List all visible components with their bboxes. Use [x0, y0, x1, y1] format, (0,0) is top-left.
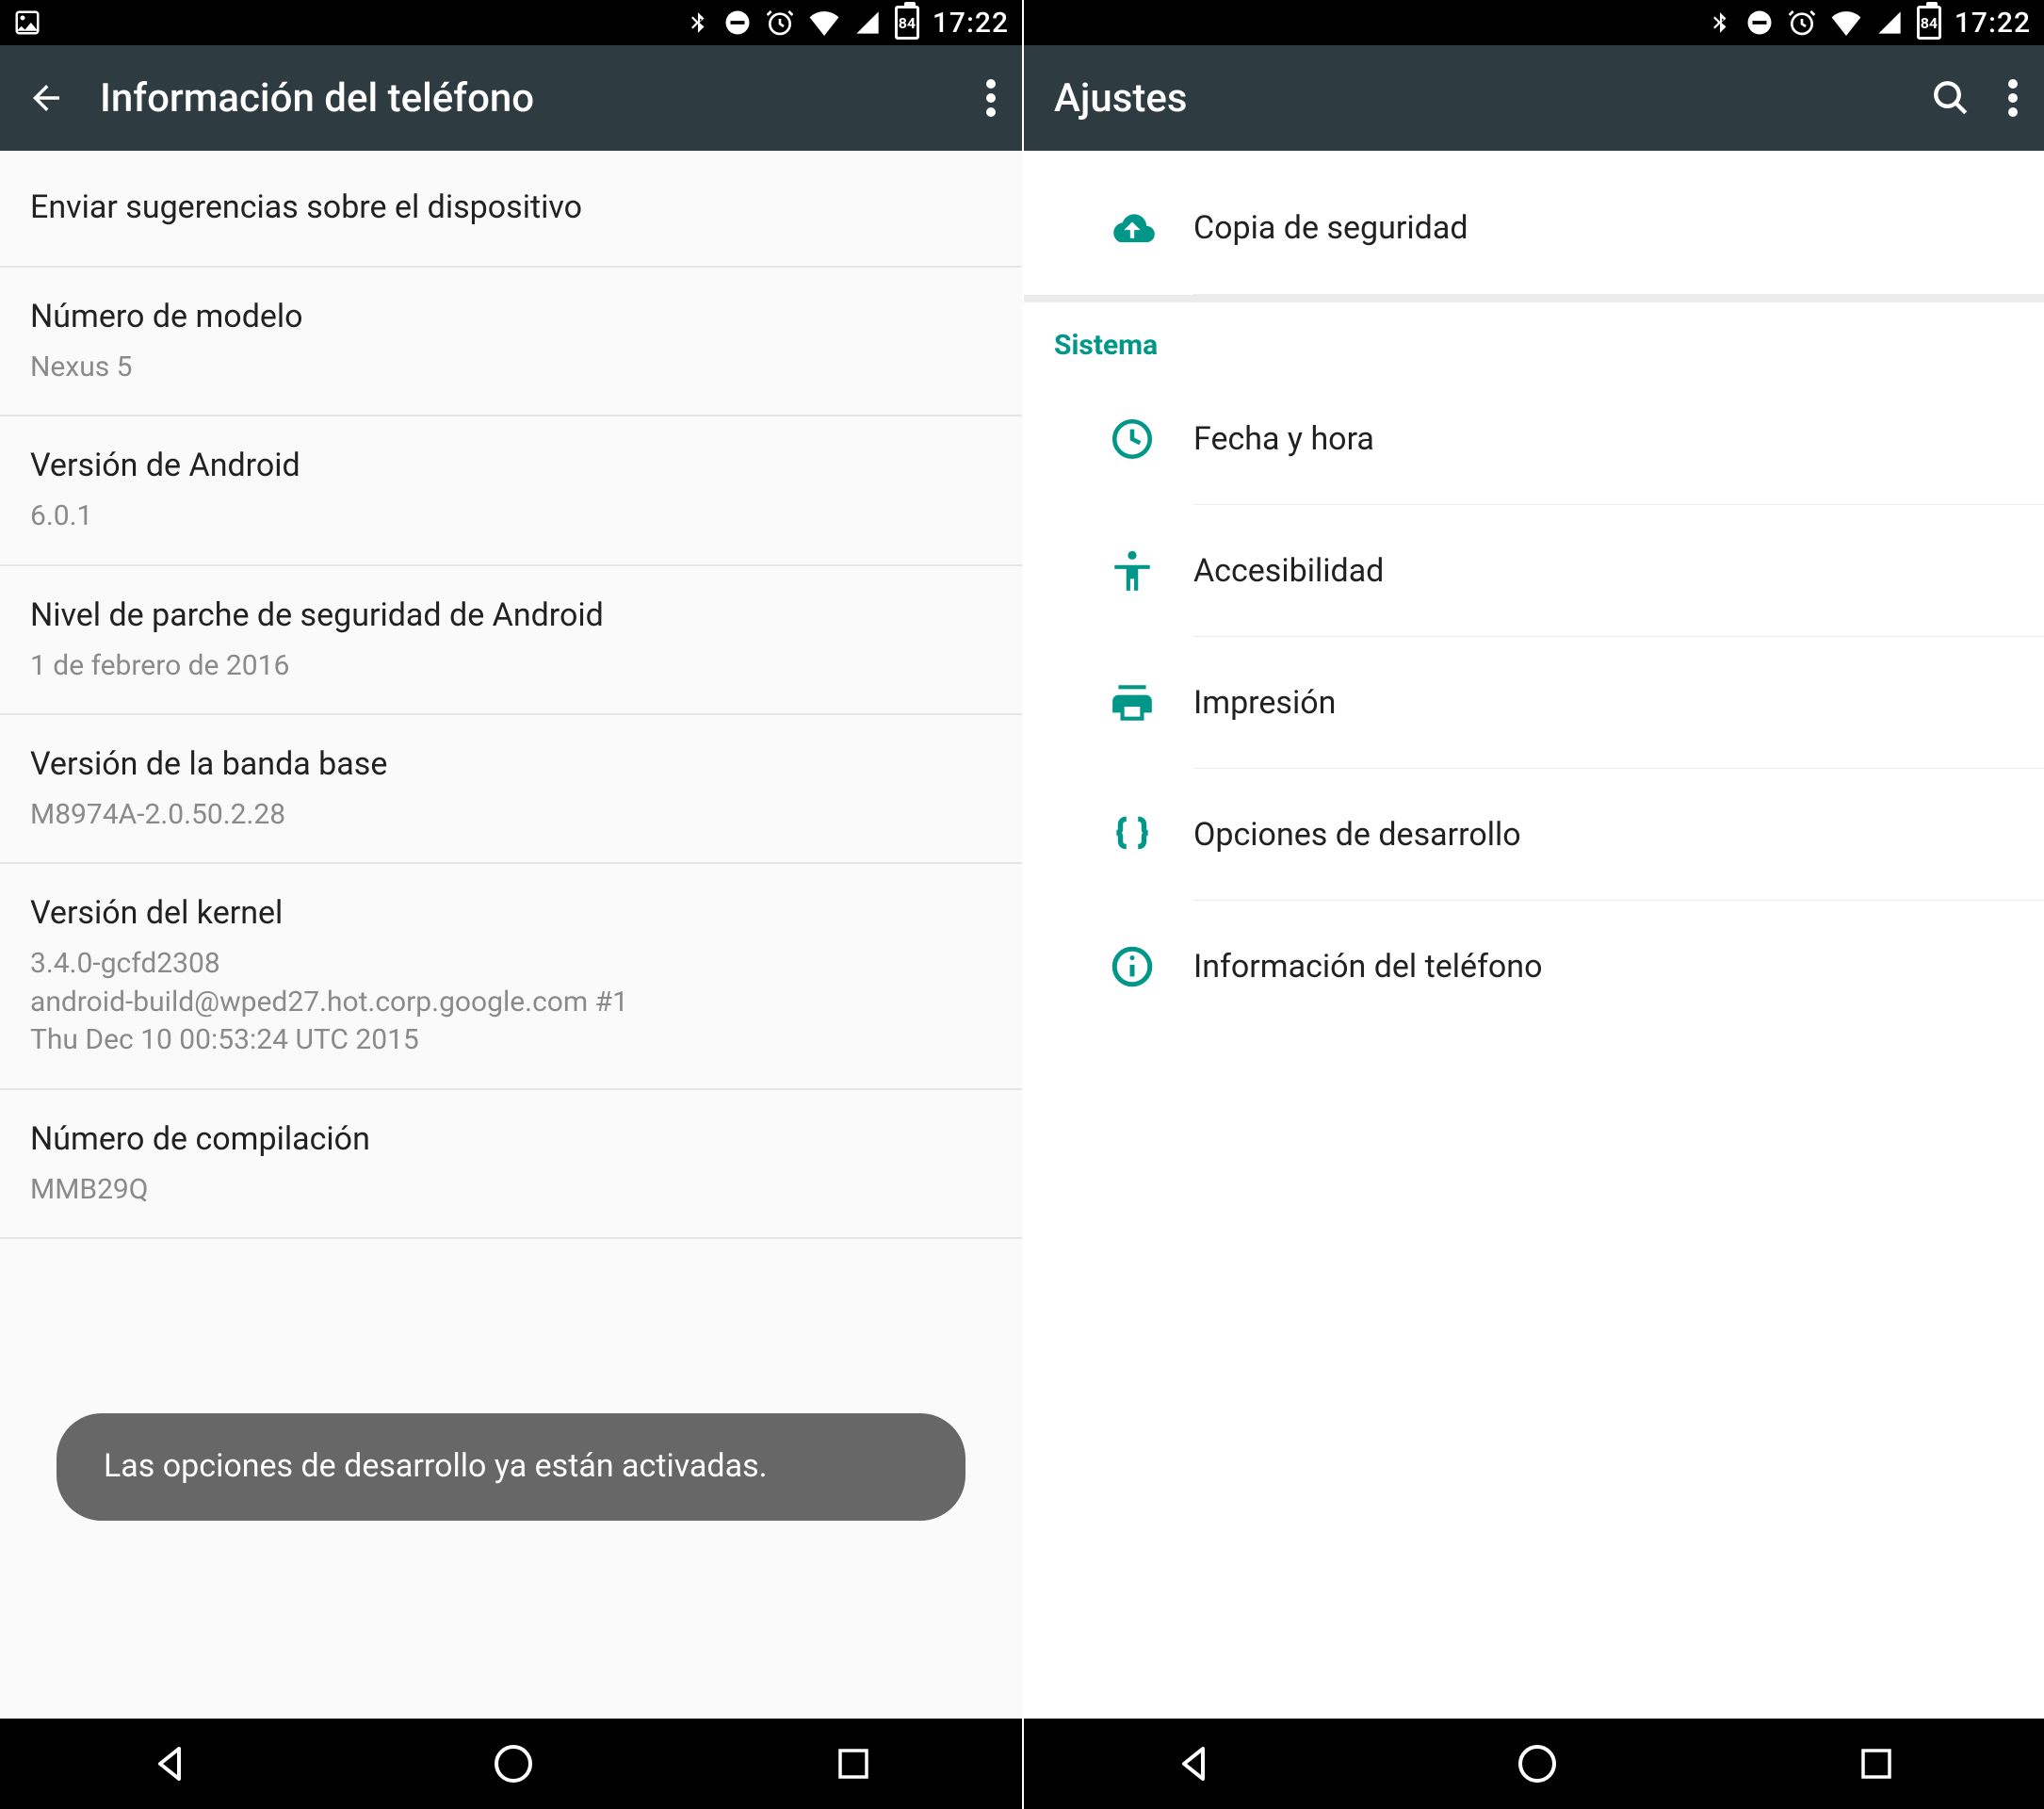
overflow-menu-icon[interactable] [2008, 78, 2018, 118]
battery-level: 84 [1921, 14, 1938, 32]
list-item-subtitle: MMB29Q [30, 1171, 992, 1210]
cloud-backup-icon [1071, 204, 1193, 253]
wifi-icon [808, 9, 840, 36]
back-icon[interactable] [26, 78, 66, 118]
settings-item-phone-info[interactable]: Información del teléfono [1193, 901, 2044, 1033]
settings-item-label: Información del teléfono [1193, 948, 1542, 986]
bluetooth-icon [1708, 8, 1732, 38]
list-item-subtitle: 6.0.1 [30, 497, 992, 536]
search-icon[interactable] [1931, 78, 1971, 118]
list-item-title: Versión de Android [30, 445, 992, 488]
nav-home-icon[interactable] [1515, 1741, 1560, 1786]
status-clock: 17:22 [1955, 7, 2031, 40]
content-area: Copia de seguridad Sistema Fecha y hora … [1024, 151, 2044, 1719]
cell-signal-icon [853, 9, 882, 36]
settings-item-label: Impresión [1193, 684, 1336, 722]
alarm-icon [765, 8, 795, 38]
content-area: Enviar sugerencias sobre el dispositivo … [0, 151, 1022, 1719]
list-item-build-number[interactable]: Número de compilación MMB29Q [0, 1090, 1022, 1239]
settings-item-developer-options[interactable]: Opciones de desarrollo [1193, 769, 2044, 901]
braces-icon [1071, 811, 1193, 858]
settings-item-print[interactable]: Impresión [1193, 637, 2044, 769]
list-item-subtitle: M8974A-2.0.50.2.28 [30, 796, 992, 835]
list-item-title: Nivel de parche de seguridad de Android [30, 595, 992, 638]
alarm-icon [1787, 8, 1817, 38]
print-icon [1071, 679, 1193, 726]
clock-icon [1071, 416, 1193, 463]
settings-item-label: Accesibilidad [1193, 552, 1384, 590]
phone-right: 84 17:22 Ajustes Copia de seguridad Si [1022, 0, 2044, 1809]
status-clock: 17:22 [933, 7, 1009, 40]
toast-message: Las opciones de desarrollo ya están acti… [57, 1413, 965, 1521]
appbar-title: Información del teléfono [100, 75, 952, 122]
nav-recent-icon[interactable] [834, 1744, 873, 1784]
nav-home-icon[interactable] [491, 1741, 536, 1786]
list-item-security-patch[interactable]: Nivel de parche de seguridad de Android … [0, 566, 1022, 715]
nav-back-icon[interactable] [1173, 1741, 1218, 1786]
list-item-subtitle: 1 de febrero de 2016 [30, 647, 992, 686]
list-item-subtitle: Nexus 5 [30, 349, 992, 387]
settings-item-label: Opciones de desarrollo [1193, 816, 1521, 854]
accessibility-icon [1071, 547, 1193, 595]
cell-signal-icon [1875, 9, 1904, 36]
list-item-android-version[interactable]: Versión de Android 6.0.1 [0, 416, 1022, 565]
settings-item-backup[interactable]: Copia de seguridad [1193, 162, 2044, 294]
list-item-title: Enviar sugerencias sobre el dispositivo [30, 187, 992, 230]
section-header-system: Sistema [1024, 295, 2044, 373]
nav-recent-icon[interactable] [1857, 1744, 1896, 1784]
dnd-icon [723, 8, 752, 37]
list-item-title: Número de modelo [30, 296, 992, 339]
list-item-title: Número de compilación [30, 1118, 992, 1162]
bluetooth-icon [686, 8, 710, 38]
settings-item-accessibility[interactable]: Accesibilidad [1193, 505, 2044, 637]
settings-item-label: Copia de seguridad [1193, 209, 1468, 247]
info-icon [1071, 943, 1193, 990]
list-item-kernel-version[interactable]: Versión del kernel 3.4.0-gcfd2308 androi… [0, 864, 1022, 1089]
wifi-icon [1830, 9, 1862, 36]
battery-level: 84 [899, 14, 916, 32]
list-item-subtitle: 3.4.0-gcfd2308 android-build@wped27.hot.… [30, 945, 992, 1060]
appbar: Ajustes [1024, 45, 2044, 151]
navbar [0, 1719, 1022, 1809]
list-item-model-number[interactable]: Número de modelo Nexus 5 [0, 268, 1022, 416]
appbar: Información del teléfono [0, 45, 1022, 151]
battery-icon: 84 [895, 6, 919, 40]
list-item-title: Versión de la banda base [30, 743, 992, 787]
nav-back-icon[interactable] [149, 1741, 194, 1786]
list-item-baseband-version[interactable]: Versión de la banda base M8974A-2.0.50.2… [0, 715, 1022, 864]
statusbar: 84 17:22 [1024, 0, 2044, 45]
appbar-title: Ajustes [1054, 75, 1897, 122]
settings-item-date-time[interactable]: Fecha y hora [1193, 373, 2044, 505]
overflow-menu-icon[interactable] [986, 78, 996, 118]
settings-item-label: Fecha y hora [1193, 420, 1374, 458]
image-notification-icon [13, 8, 41, 37]
phone-left: 84 17:22 Información del teléfono Enviar… [0, 0, 1022, 1809]
list-item-title: Versión del kernel [30, 892, 992, 936]
list-item-send-feedback[interactable]: Enviar sugerencias sobre el dispositivo [0, 151, 1022, 268]
navbar [1024, 1719, 2044, 1809]
battery-icon: 84 [1917, 6, 1941, 40]
dnd-icon [1745, 8, 1774, 37]
statusbar: 84 17:22 [0, 0, 1022, 45]
